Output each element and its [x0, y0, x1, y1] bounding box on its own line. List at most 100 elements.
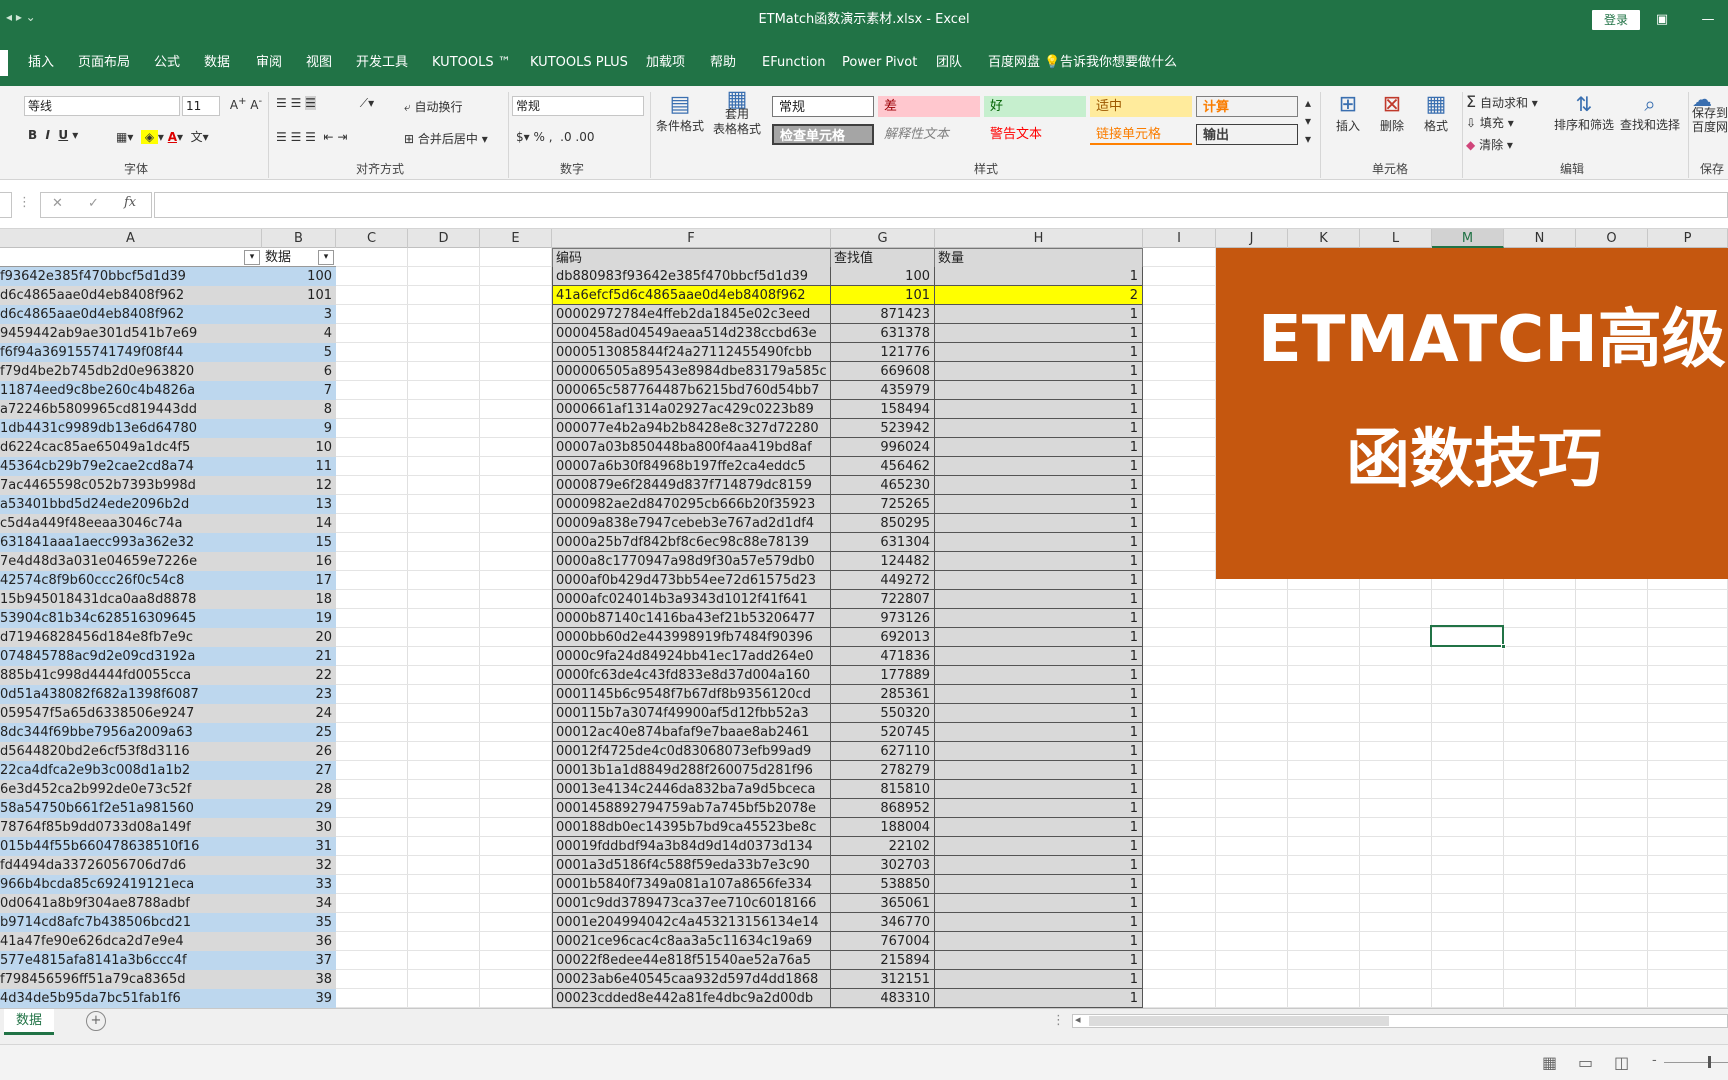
table-cell-code[interactable]: 15b945018431dca0aa8d8878	[0, 590, 262, 609]
table-cell-code[interactable]: 0000982ae2d8470295cb666b20f35923	[552, 495, 831, 514]
table-cell-value[interactable]: 25	[262, 723, 336, 742]
column-header[interactable]: O	[1576, 229, 1648, 248]
table-cell-count[interactable]: 1	[935, 571, 1143, 590]
filter-dropdown-icon[interactable]: ▾	[244, 250, 260, 265]
table-cell-count[interactable]: 1	[935, 438, 1143, 457]
table-cell-lookup[interactable]: 815810	[831, 780, 935, 799]
table-cell-count[interactable]: 1	[935, 457, 1143, 476]
table-cell-code[interactable]: 0000a8c1770947a98d9f30a57e579db0	[552, 552, 831, 571]
table-cell-count[interactable]: 1	[935, 381, 1143, 400]
zoom-out-icon[interactable]: -	[1652, 1053, 1657, 1068]
style-neutral[interactable]: 适中	[1090, 96, 1192, 117]
table-cell-value[interactable]: 13	[262, 495, 336, 514]
tab-item[interactable]: 数据	[204, 50, 230, 76]
table-cell-value[interactable]: 23	[262, 685, 336, 704]
table-cell-lookup[interactable]: 188004	[831, 818, 935, 837]
table-cell-value[interactable]: 20	[262, 628, 336, 647]
tab-item[interactable]: 公式	[154, 50, 180, 76]
header-cell-g[interactable]: 查找值	[831, 248, 935, 267]
column-header[interactable]: K	[1288, 229, 1360, 248]
merge-center-button[interactable]: ⊞ 合并后居中 ▾	[404, 130, 504, 147]
table-cell-code[interactable]: 0001b5840f7349a081a107a8656fe334	[552, 875, 831, 894]
table-cell-code[interactable]: 0001145b6c9548f7b67df8b9356120cd	[552, 685, 831, 704]
table-cell-count[interactable]: 1	[935, 305, 1143, 324]
vertical-align-icons[interactable]: ☰ ☰ ☰	[276, 96, 336, 110]
table-cell-lookup[interactable]: 124482	[831, 552, 935, 571]
table-cell-lookup[interactable]: 523942	[831, 419, 935, 438]
table-cell-code[interactable]: a53401bbd5d24ede2096b2d	[0, 495, 262, 514]
table-cell-value[interactable]: 9	[262, 419, 336, 438]
table-cell-count[interactable]: 1	[935, 343, 1143, 362]
page-break-icon[interactable]: ◫	[1614, 1053, 1629, 1072]
table-cell-code[interactable]: 631841aaa1aecc993a362e32	[0, 533, 262, 552]
table-cell-count[interactable]: 1	[935, 400, 1143, 419]
conditional-format-button[interactable]: ▤ 条件格式	[654, 92, 706, 134]
table-cell-code[interactable]: 0000afc024014b3a9343d1012f41f641	[552, 590, 831, 609]
table-cell-lookup[interactable]: 996024	[831, 438, 935, 457]
table-cell-value[interactable]: 4	[262, 324, 336, 343]
sheet-tab-active[interactable]: 数据	[4, 1009, 54, 1035]
table-cell-count[interactable]: 1	[935, 856, 1143, 875]
horizontal-scrollbar[interactable]: ◂	[1072, 1013, 1728, 1028]
table-cell-count[interactable]: 1	[935, 970, 1143, 989]
style-output[interactable]: 输出	[1196, 124, 1298, 145]
table-cell-value[interactable]: 6	[262, 362, 336, 381]
table-cell-count[interactable]: 1	[935, 932, 1143, 951]
table-cell-lookup[interactable]: 471836	[831, 647, 935, 666]
column-header[interactable]: G	[831, 229, 935, 248]
table-cell-value[interactable]: 17	[262, 571, 336, 590]
minimize-icon[interactable]: —	[1696, 10, 1720, 30]
clear-button[interactable]: ◆ 清除 ▾	[1466, 136, 1546, 153]
table-cell-code[interactable]: d6c4865aae0d4eb8408f962	[0, 286, 262, 305]
table-cell-lookup[interactable]: 669608	[831, 362, 935, 381]
table-cell-count[interactable]: 1	[935, 590, 1143, 609]
table-cell-lookup[interactable]: 483310	[831, 989, 935, 1008]
style-calc[interactable]: 计算	[1196, 96, 1298, 117]
table-cell-value[interactable]: 12	[262, 476, 336, 495]
table-cell-code[interactable]: 00013e4134c2446da832ba7a9d5bceca	[552, 780, 831, 799]
table-cell-count[interactable]: 1	[935, 818, 1143, 837]
header-cell-a[interactable]	[0, 248, 262, 267]
table-cell-code[interactable]: 00007a03b850448ba800f4aa419bd8af	[552, 438, 831, 457]
table-cell-count[interactable]: 1	[935, 742, 1143, 761]
table-cell-lookup[interactable]: 631304	[831, 533, 935, 552]
column-header[interactable]: M	[1432, 229, 1504, 248]
table-cell-code[interactable]: 0001a3d5186f4c588f59eda33b7e3c90	[552, 856, 831, 875]
column-header[interactable]: C	[336, 229, 408, 248]
table-cell-lookup[interactable]: 158494	[831, 400, 935, 419]
table-cell-code[interactable]: 8dc344f69bbe7956a2009a63	[0, 723, 262, 742]
add-sheet-icon[interactable]: +	[86, 1011, 106, 1031]
table-cell-count[interactable]: 1	[935, 267, 1143, 286]
horizontal-align-icons[interactable]: ☰ ☰ ☰ ⇤ ⇥	[276, 130, 396, 144]
tab-item[interactable]: 告诉我你想要做什么	[1060, 50, 1177, 76]
tab-item[interactable]: Power Pivot	[842, 50, 917, 76]
tab-item[interactable]: 插入	[28, 50, 54, 76]
table-cell-code[interactable]: 0001c9dd3789473ca37ee710c6018166	[552, 894, 831, 913]
table-cell-lookup[interactable]: 520745	[831, 723, 935, 742]
table-cell-lookup[interactable]: 550320	[831, 704, 935, 723]
table-cell-count[interactable]: 1	[935, 647, 1143, 666]
table-cell-lookup[interactable]: 767004	[831, 932, 935, 951]
table-cell-lookup[interactable]: 456462	[831, 457, 935, 476]
split-grip-icon[interactable]: ⋮	[1052, 1013, 1065, 1028]
column-header[interactable]: L	[1360, 229, 1432, 248]
style-bad[interactable]: 差	[878, 96, 980, 117]
table-cell-lookup[interactable]: 215894	[831, 951, 935, 970]
table-cell-value[interactable]: 101	[262, 286, 336, 305]
table-cell-code[interactable]: f93642e385f470bbcf5d1d39	[0, 267, 262, 286]
bold-italic-underline-icons[interactable]: B I U ▾	[28, 128, 128, 142]
tab-item[interactable]: KUTOOLS ™	[432, 50, 511, 76]
table-cell-code[interactable]: 000115b7a3074f49900af5d12fbb52a3	[552, 704, 831, 723]
tab-item[interactable]: 开发工具	[356, 50, 408, 76]
table-cell-code[interactable]: 0000c9fa24d84924bb41ec17add264e0	[552, 647, 831, 666]
style-explain[interactable]: 解释性文本	[878, 124, 980, 145]
table-cell-code[interactable]: 9459442ab9ae301d541b7e69	[0, 324, 262, 343]
table-cell-code[interactable]: 0000af0b429d473bb54ee72d61575d23	[552, 571, 831, 590]
find-select-button[interactable]: ⌕ 查找和选择	[1618, 92, 1682, 133]
function-icon[interactable]: fx	[124, 195, 136, 210]
fill-button[interactable]: ⇩ 填充 ▾	[1466, 114, 1546, 131]
table-cell-lookup[interactable]: 22102	[831, 837, 935, 856]
table-cell-count[interactable]: 1	[935, 552, 1143, 571]
table-cell-code[interactable]: fd4494da33726056706d7d6	[0, 856, 262, 875]
column-header[interactable]: F	[552, 229, 831, 248]
